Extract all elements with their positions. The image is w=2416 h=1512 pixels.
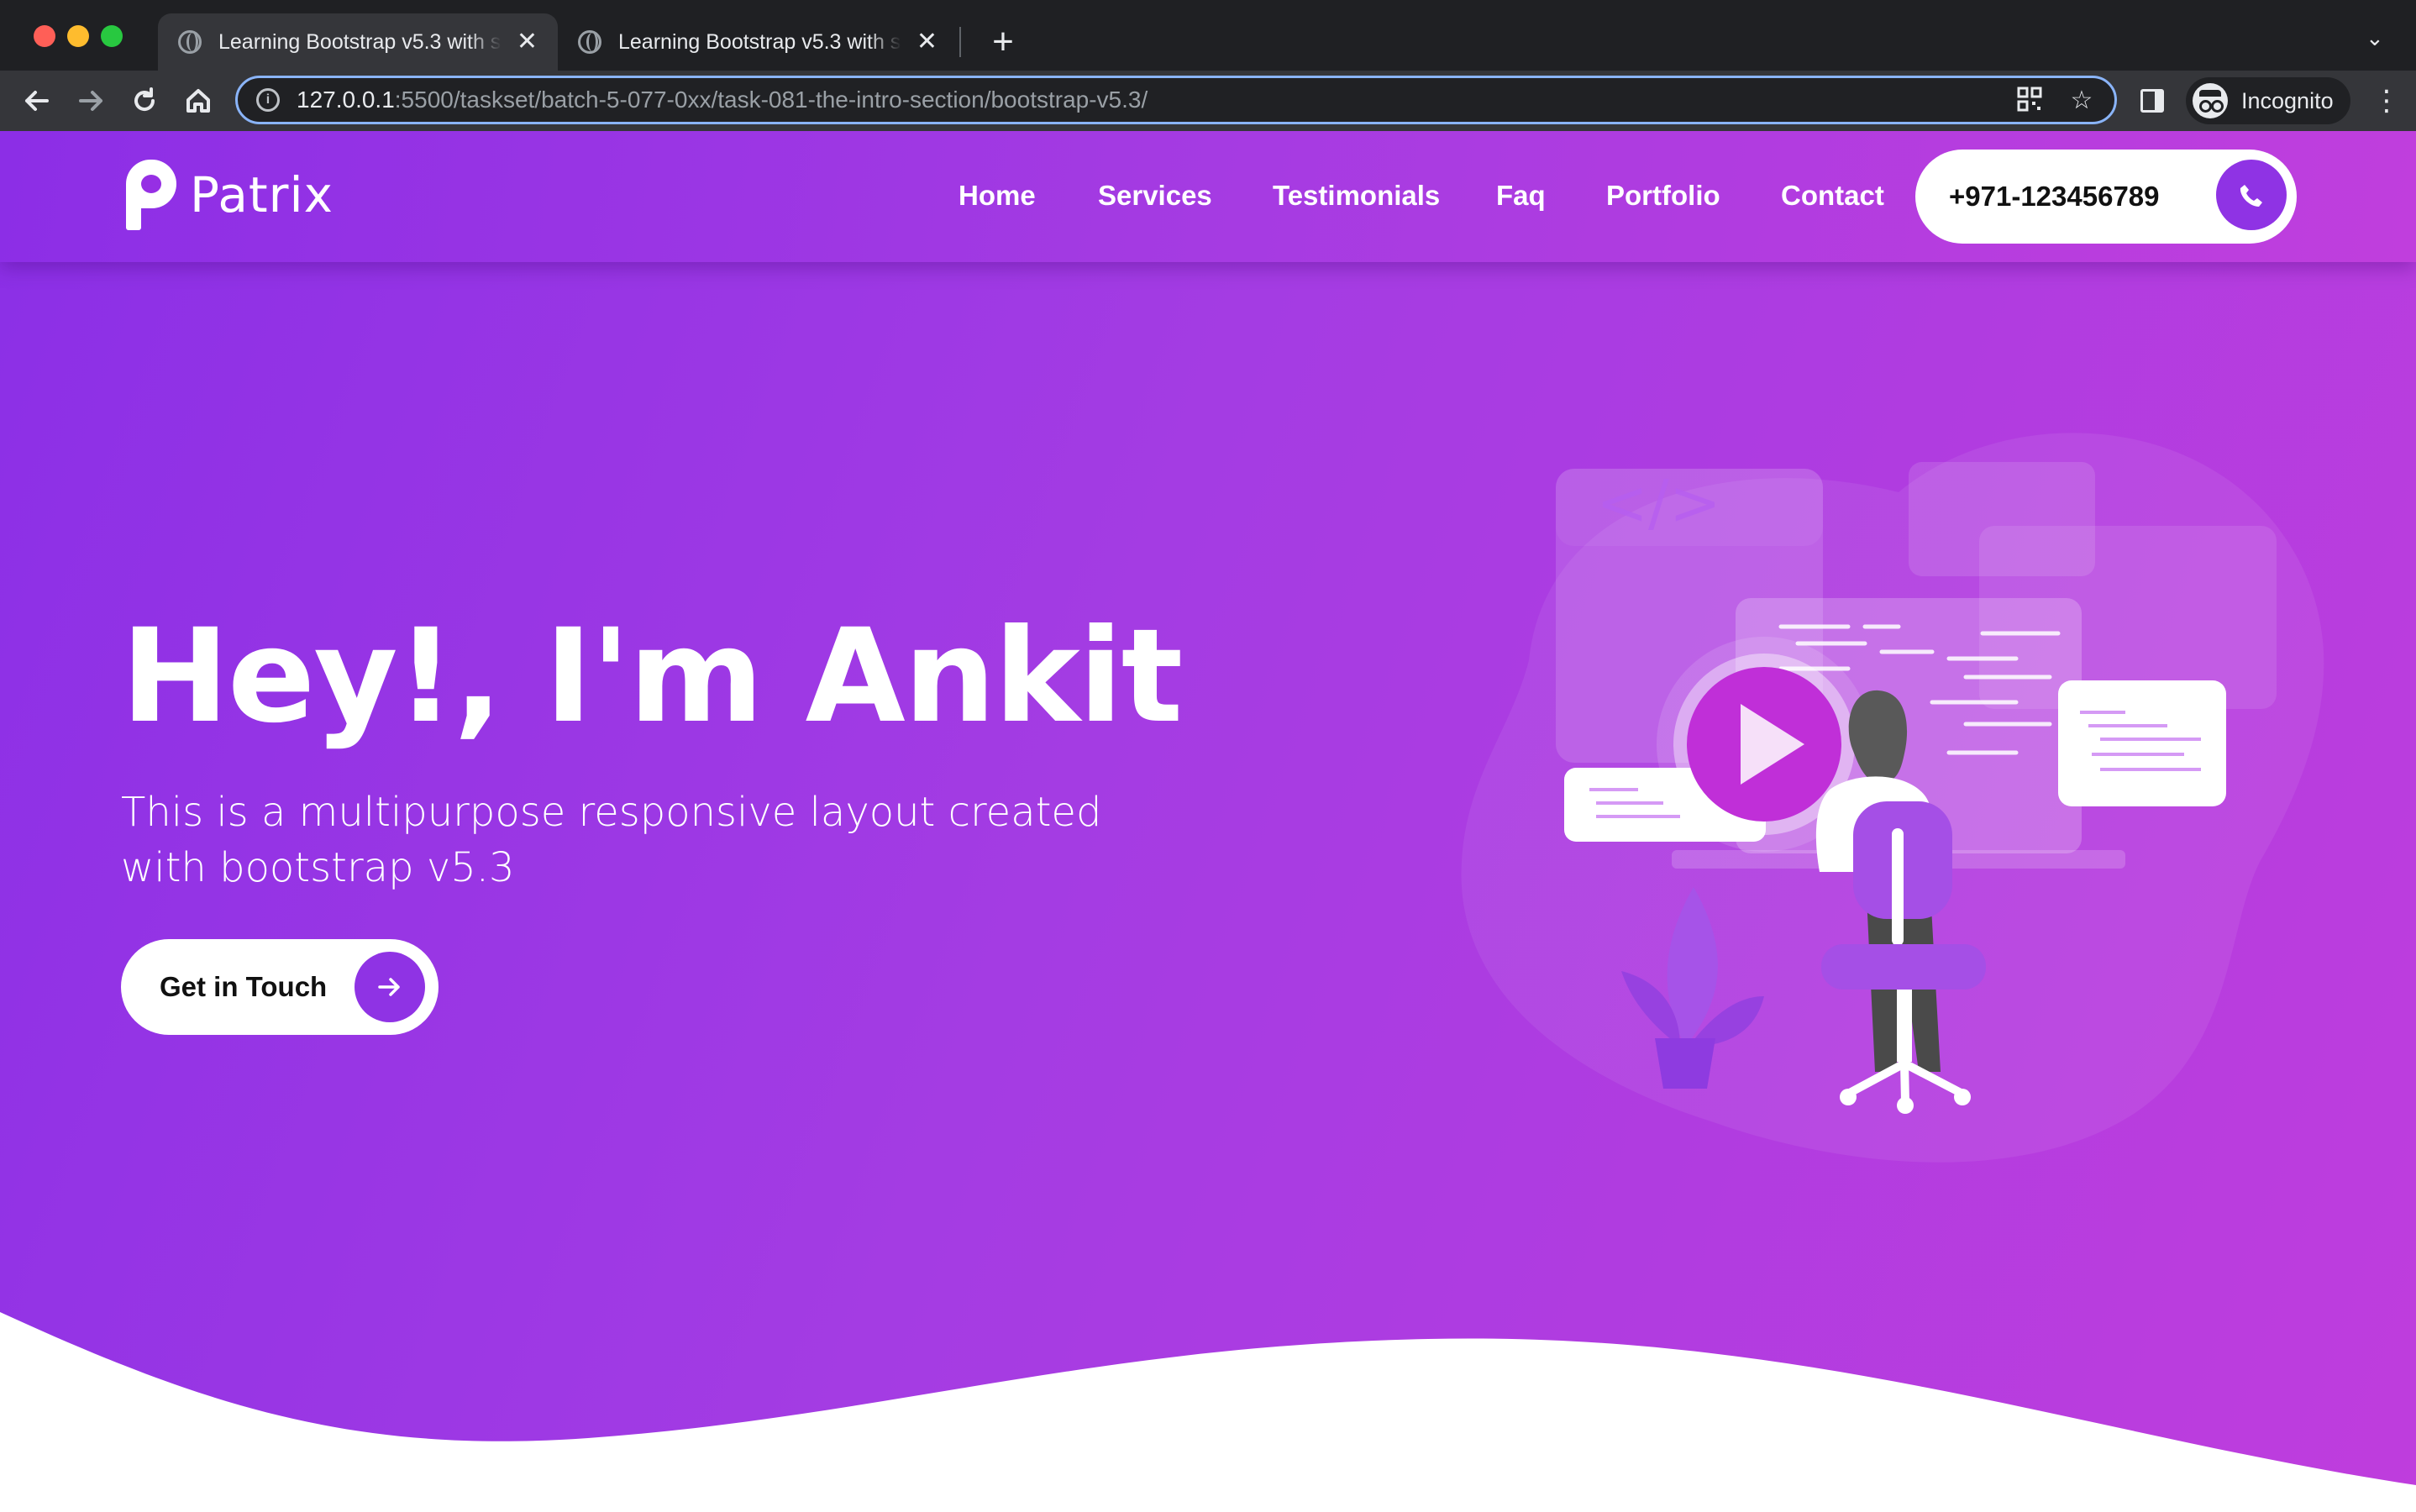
minimize-window-button[interactable]	[67, 25, 89, 47]
tab-title: Learning Bootstrap v5.3 with s	[618, 29, 901, 54]
close-tab-icon[interactable]: ✕	[517, 29, 538, 55]
url-path: :5500/taskset/batch-5-077-0xx/task-081-t…	[394, 87, 1148, 113]
more-menu-icon[interactable]: ⋮	[2372, 82, 2401, 119]
nav-link-testimonials[interactable]: Testimonials	[1273, 180, 1440, 212]
site-info-icon[interactable]: i	[256, 88, 280, 112]
side-panel-icon[interactable]	[2140, 89, 2164, 113]
globe-icon	[578, 30, 601, 54]
maximize-window-button[interactable]	[101, 25, 123, 47]
close-tab-icon[interactable]: ✕	[917, 29, 938, 55]
tab-separator	[959, 27, 961, 57]
nav-link-contact[interactable]: Contact	[1781, 180, 1884, 212]
hero-title: Hey!, I'm Ankit	[121, 601, 1183, 752]
chevron-down-icon[interactable]: ⌄	[2366, 25, 2384, 51]
nav-link-home[interactable]: Home	[959, 180, 1036, 212]
back-arrow-icon[interactable]	[18, 82, 55, 119]
plus-icon[interactable]: +	[981, 20, 1025, 64]
chat-card-right	[2058, 680, 2226, 806]
tab-title: Learning Bootstrap v5.3 with s	[218, 29, 502, 54]
globe-icon	[178, 30, 202, 54]
incognito-label: Incognito	[2241, 87, 2334, 113]
nav-link-portfolio[interactable]: Portfolio	[1606, 180, 1720, 212]
brand-name: Patrix	[190, 166, 334, 223]
chair-seat	[1821, 944, 1986, 990]
nav-link-services[interactable]: Services	[1098, 180, 1212, 212]
hero-subtitle: This is a multipurpose responsive layout…	[121, 789, 1102, 891]
site-navbar: Patrix Home Services Testimonials Faq Po…	[0, 131, 2416, 262]
nav-link-faq[interactable]: Faq	[1496, 180, 1546, 212]
forward-arrow-icon[interactable]	[72, 82, 109, 119]
browser-tab-active[interactable]: Learning Bootstrap v5.3 with s ✕	[158, 13, 558, 71]
arrow-right-icon	[355, 952, 425, 1022]
browser-chrome: Learning Bootstrap v5.3 with s ✕ Learnin…	[0, 0, 2416, 131]
developer-illustration: </>	[1461, 433, 2324, 1163]
phone-button[interactable]: +971-123456789	[1915, 150, 2297, 244]
page-viewport: Patrix Home Services Testimonials Faq Po…	[0, 131, 2416, 1512]
qr-code-icon[interactable]	[2015, 87, 2044, 115]
browser-toolbar: i 127.0.0.1:5500/taskset/batch-5-077-0xx…	[0, 71, 2416, 131]
bookmark-star-icon[interactable]: ☆	[2067, 87, 2096, 115]
address-bar[interactable]: i 127.0.0.1:5500/taskset/batch-5-077-0xx…	[235, 76, 2117, 124]
incognito-badge[interactable]: Incognito	[2186, 77, 2350, 124]
incognito-icon	[2193, 83, 2228, 118]
close-window-button[interactable]	[34, 25, 55, 47]
code-tag-icon: </>	[1596, 467, 1721, 539]
p-logo-icon	[124, 160, 176, 230]
cta-label: Get in Touch	[160, 971, 328, 1002]
url-host: 127.0.0.1	[297, 87, 395, 113]
browser-tab[interactable]: Learning Bootstrap v5.3 with s ✕	[558, 13, 958, 71]
home-icon[interactable]	[180, 82, 217, 119]
phone-icon	[2216, 160, 2287, 230]
brand-logo[interactable]: Patrix	[124, 160, 334, 230]
hero-bottom-wave	[0, 1312, 2416, 1512]
get-in-touch-button[interactable]: Get in Touch	[121, 939, 439, 1035]
tab-strip: Learning Bootstrap v5.3 with s ✕ Learnin…	[0, 0, 2416, 71]
reload-icon[interactable]	[126, 82, 163, 119]
phone-number: +971-123456789	[1949, 181, 2160, 212]
